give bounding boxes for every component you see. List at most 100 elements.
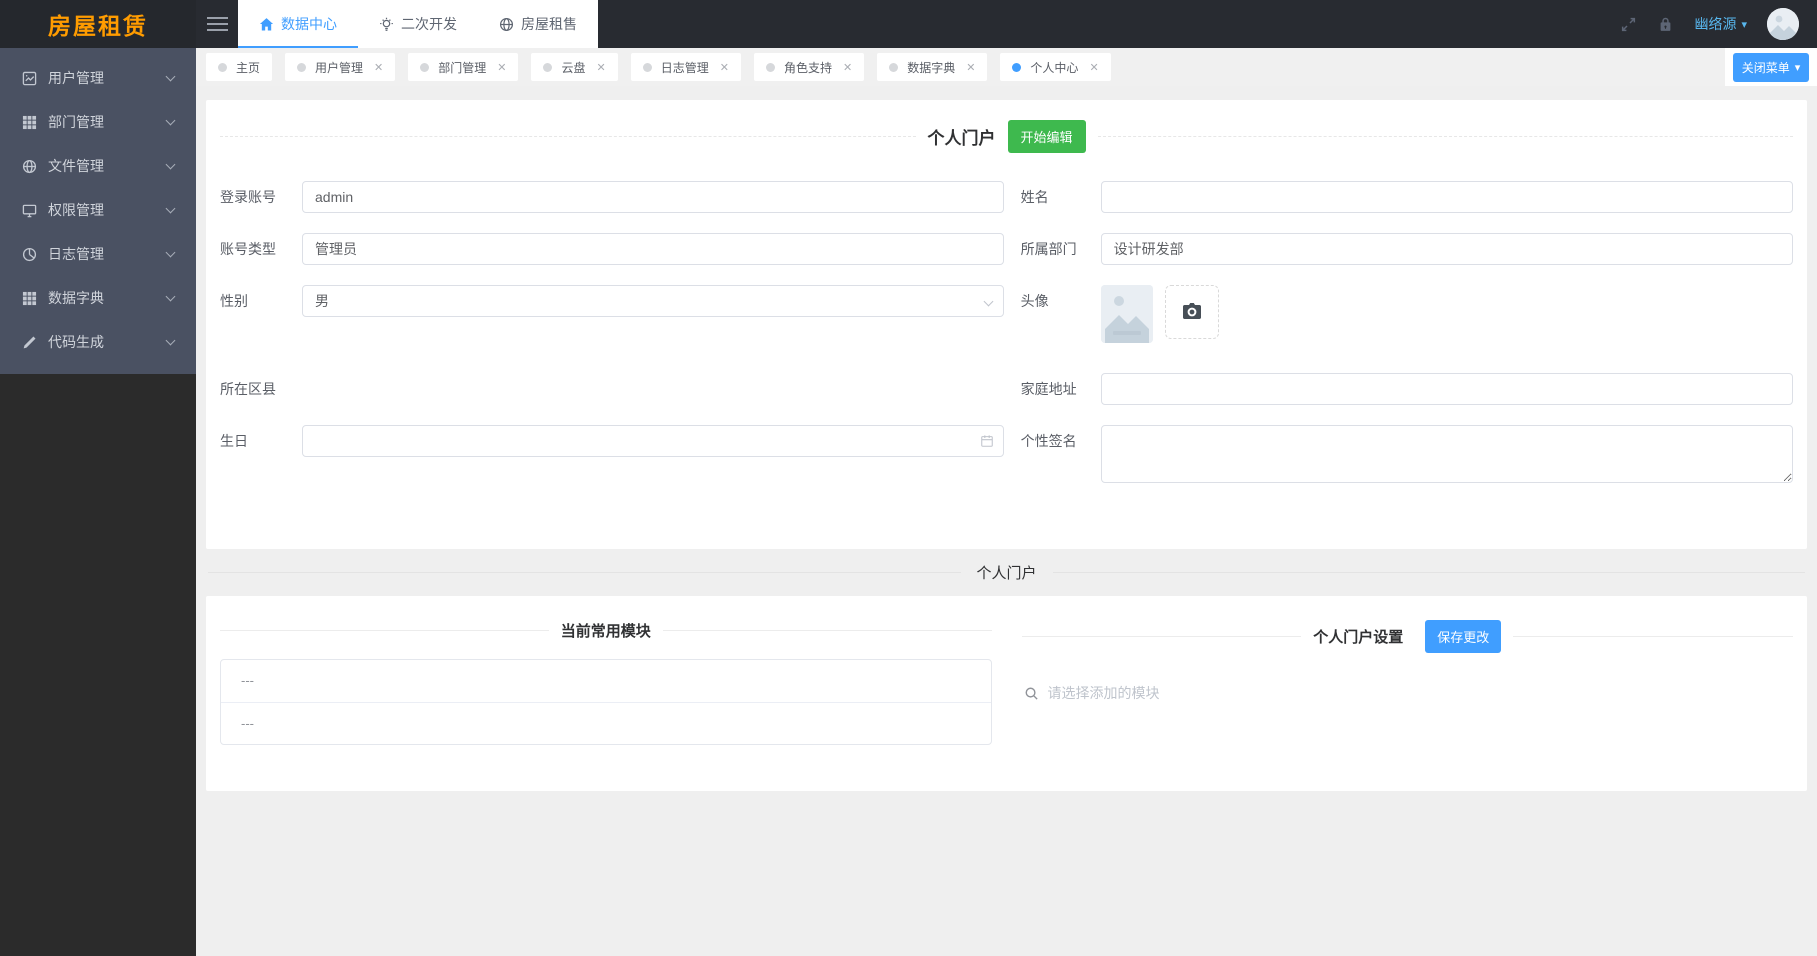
tab-personal-center[interactable]: 个人中心 ✕ — [1000, 53, 1110, 81]
gender-value: 男 — [315, 291, 329, 311]
save-changes-button[interactable]: 保存更改 — [1425, 620, 1501, 653]
portal-section-title: 个人门户 — [961, 562, 1053, 583]
tab-label: 主页 — [236, 59, 260, 76]
lock-icon[interactable] — [1657, 16, 1674, 33]
chevron-down-icon — [166, 203, 176, 213]
user-avatar[interactable] — [1767, 8, 1799, 40]
sidebar-item-log-management[interactable]: 日志管理 — [0, 232, 196, 276]
nav-label: 二次开发 — [401, 14, 457, 34]
pencil-icon — [22, 335, 37, 350]
tab-data-dictionary[interactable]: 数据字典 ✕ — [877, 53, 987, 81]
close-icon[interactable]: ✕ — [597, 61, 606, 74]
sidebar-item-permission-management[interactable]: 权限管理 — [0, 188, 196, 232]
close-icon[interactable]: ✕ — [374, 61, 383, 74]
gender-select[interactable]: 男 — [302, 285, 1004, 317]
sidebar-item-label: 代码生成 — [48, 332, 167, 352]
tab-label: 云盘 — [561, 59, 585, 76]
home-icon — [259, 17, 274, 32]
bulb-icon — [379, 17, 394, 32]
signature-textarea[interactable] — [1101, 425, 1793, 483]
login-account-label: 登录账号 — [220, 181, 302, 213]
district-label: 所在区县 — [220, 373, 302, 405]
tab-label: 数据字典 — [907, 59, 955, 76]
user-menu[interactable]: 幽络源 ▾ — [1694, 14, 1747, 34]
tab-cloud-disk[interactable]: 云盘 ✕ — [531, 53, 617, 81]
start-edit-button[interactable]: 开始编辑 — [1008, 120, 1086, 153]
open-tabs-bar: 主页 用户管理 ✕ 部门管理 ✕ 云盘 ✕ 日志管理 ✕ — [196, 48, 1817, 86]
tab-role-support[interactable]: 角色支持 ✕ — [754, 53, 864, 81]
search-icon — [1024, 686, 1039, 701]
profile-card-title: 个人门户 — [928, 124, 996, 149]
tab-dot — [420, 63, 429, 72]
close-icon[interactable]: ✕ — [720, 61, 729, 74]
tab-dot — [766, 63, 775, 72]
tab-dot — [543, 63, 552, 72]
close-icon[interactable]: ✕ — [1089, 61, 1098, 74]
frequent-modules-title: 当前常用模块 — [561, 620, 651, 641]
tab-user-management[interactable]: 用户管理 ✕ — [285, 53, 395, 81]
sidebar-item-label: 用户管理 — [48, 68, 167, 88]
image-placeholder-icon — [1101, 285, 1153, 343]
account-type-label: 账号类型 — [220, 233, 302, 265]
fullscreen-icon[interactable] — [1620, 16, 1637, 33]
tab-home[interactable]: 主页 — [206, 53, 272, 81]
birthday-label: 生日 — [220, 425, 302, 457]
module-list-item[interactable]: --- — [221, 702, 991, 744]
portal-config-column: 个人门户设置 保存更改 — [1022, 620, 1794, 745]
avatar-image — [1101, 285, 1153, 343]
chevron-down-icon — [983, 297, 993, 307]
account-type-field[interactable] — [302, 233, 1004, 265]
nav-item-data-center[interactable]: 数据中心 — [238, 0, 358, 48]
caret-down-icon: ▾ — [1741, 18, 1747, 31]
sidebar-item-department-management[interactable]: 部门管理 — [0, 100, 196, 144]
hamburger-menu-button[interactable] — [196, 0, 238, 48]
frequent-modules-column: 当前常用模块 --- --- — [220, 620, 992, 745]
portal-config-title: 个人门户设置 — [1313, 626, 1403, 647]
sidebar-item-code-generation[interactable]: 代码生成 — [0, 320, 196, 364]
login-account-field[interactable] — [302, 181, 1004, 213]
avatar-placeholder-icon — [1767, 8, 1799, 40]
address-field[interactable] — [1101, 373, 1793, 405]
signature-label: 个性签名 — [1021, 425, 1101, 457]
birthday-field[interactable] — [302, 425, 1004, 457]
chevron-down-icon — [166, 71, 176, 81]
module-search-input[interactable] — [1048, 685, 1794, 701]
chevron-down-icon — [166, 247, 176, 257]
nav-item-secondary-dev[interactable]: 二次开发 — [358, 0, 478, 48]
sidebar-item-label: 文件管理 — [48, 156, 167, 176]
sidebar-item-user-management[interactable]: 用户管理 — [0, 56, 196, 100]
department-field[interactable] — [1101, 233, 1793, 265]
tab-department-management[interactable]: 部门管理 ✕ — [408, 53, 518, 81]
hamburger-icon — [207, 17, 228, 19]
chart-square-icon — [22, 71, 37, 86]
app-logo: 房屋租赁 — [0, 0, 196, 48]
profile-card: 个人门户 开始编辑 登录账号 姓名 — [206, 100, 1807, 549]
sidebar-item-label: 日志管理 — [48, 244, 167, 264]
chevron-down-icon — [166, 291, 176, 301]
chevron-down-icon — [166, 115, 176, 125]
nav-item-house-rent[interactable]: 房屋租售 — [478, 0, 598, 48]
tab-label: 个人中心 — [1030, 59, 1078, 76]
pie-icon — [22, 247, 37, 262]
close-icon[interactable]: ✕ — [843, 61, 852, 74]
sidebar-item-label: 部门管理 — [48, 112, 167, 132]
sidebar-item-data-dictionary[interactable]: 数据字典 — [0, 276, 196, 320]
upload-avatar-button[interactable] — [1165, 285, 1219, 339]
tab-label: 日志管理 — [661, 59, 709, 76]
module-list-item[interactable]: --- — [221, 660, 991, 702]
tab-label: 角色支持 — [784, 59, 832, 76]
chevron-down-icon — [166, 335, 176, 345]
top-header: 房屋租赁 数据中心 二次开发 房屋租售 幽络源 ▾ — [0, 0, 1817, 48]
tab-label: 用户管理 — [315, 59, 363, 76]
name-field[interactable] — [1101, 181, 1793, 213]
sidebar: 用户管理 部门管理 文件管理 权限管理 日志管理 — [0, 48, 196, 956]
tab-dot — [1012, 63, 1021, 72]
content-area: 个人门户 开始编辑 登录账号 姓名 — [196, 86, 1817, 956]
caret-down-icon: ▾ — [1795, 61, 1801, 74]
close-menu-button[interactable]: 关闭菜单 ▾ — [1733, 53, 1810, 82]
close-icon[interactable]: ✕ — [497, 61, 506, 74]
camera-icon — [1180, 300, 1204, 324]
tab-log-management[interactable]: 日志管理 ✕ — [631, 53, 741, 81]
sidebar-item-file-management[interactable]: 文件管理 — [0, 144, 196, 188]
close-icon[interactable]: ✕ — [966, 61, 975, 74]
